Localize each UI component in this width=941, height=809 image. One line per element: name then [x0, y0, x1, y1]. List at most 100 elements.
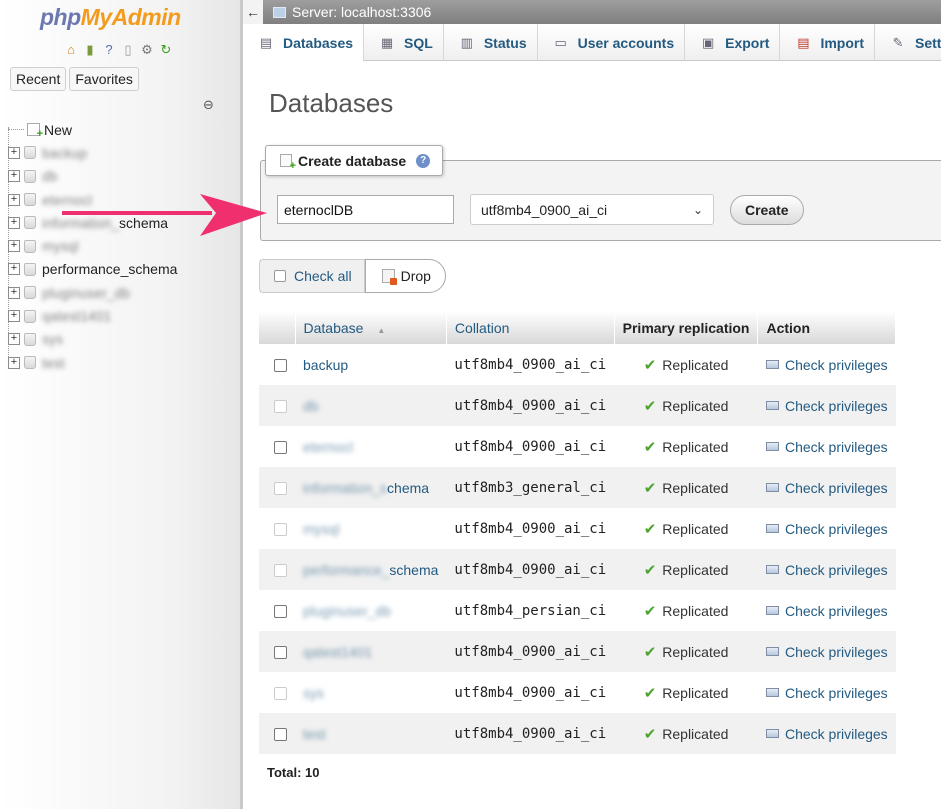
tree-item-label[interactable]: pluginuser_db [42, 285, 130, 301]
check-privileges-link[interactable]: Check privileges [765, 562, 888, 578]
recent-tab[interactable]: Recent [10, 67, 67, 91]
database-link[interactable]: sys [303, 685, 324, 701]
tree-item-label[interactable]: db [42, 168, 58, 184]
table-row: mysql utf8mb4_0900_ai_ci ✔ Replicated Che… [259, 508, 896, 549]
tree-item-db[interactable]: + qatest1401 [8, 304, 238, 327]
row-checkbox[interactable] [274, 728, 287, 742]
row-checkbox[interactable] [274, 564, 287, 578]
check-privileges-link[interactable]: Check privileges [765, 398, 888, 414]
expand-icon[interactable]: + [8, 333, 20, 346]
drop-icon [381, 269, 397, 285]
expand-icon[interactable]: + [8, 240, 20, 253]
database-link[interactable]: information_schema [303, 480, 429, 496]
row-checkbox[interactable] [274, 687, 287, 701]
server-breadcrumb-bar: ← Server: localhost:3306 [243, 0, 941, 24]
tree-item-db[interactable]: + backup [8, 141, 238, 164]
tree-item-label[interactable]: backup [42, 145, 87, 161]
database-icon [24, 262, 36, 276]
tree-item-db[interactable]: + test [8, 351, 238, 374]
reload-icon[interactable]: ↻ [158, 42, 174, 58]
check-all-toggle[interactable]: Check all [259, 259, 365, 293]
check-privileges-link[interactable]: Check privileges [765, 644, 888, 660]
collation-select[interactable]: utf8mb4_0900_ai_ci ⌄ [470, 194, 714, 225]
row-checkbox[interactable] [274, 441, 287, 455]
row-checkbox[interactable] [274, 523, 287, 537]
link-with-main-panel-icon[interactable]: ⊖ [203, 97, 214, 113]
tab-status[interactable]: ▥ Status [444, 24, 538, 61]
tree-item-new[interactable]: New [8, 118, 238, 141]
tab-user-accounts[interactable]: ▭ User accounts [538, 24, 686, 61]
create-button[interactable]: Create [730, 195, 804, 225]
database-link[interactable]: qatest1401 [303, 644, 372, 660]
wrench-icon: ✎ [892, 34, 904, 50]
tab-databases[interactable]: ▤ Databases [243, 24, 365, 62]
tree-item-label[interactable]: sys [42, 331, 63, 347]
drop-button[interactable]: Drop [364, 259, 446, 293]
collapse-navigation-button[interactable]: ← [243, 0, 263, 24]
expand-icon[interactable]: + [8, 216, 20, 229]
tree-item-db[interactable]: + pluginuser_db [8, 281, 238, 304]
logout-icon[interactable]: ▮ [82, 42, 98, 58]
check-privileges-link[interactable]: Check privileges [765, 603, 888, 619]
database-link[interactable]: db [303, 398, 319, 414]
check-all-checkbox[interactable] [274, 270, 286, 282]
check-privileges-link[interactable]: Check privileges [765, 439, 888, 455]
tree-item-db[interactable]: + information_schema [8, 211, 238, 234]
tree-item-db[interactable]: + eternocl [8, 188, 238, 211]
row-checkbox[interactable] [274, 359, 287, 373]
database-link[interactable]: eternocl [303, 439, 353, 455]
expand-icon[interactable]: + [8, 263, 20, 276]
tree-item-label[interactable]: qatest1401 [42, 308, 111, 324]
tab-export[interactable]: ▣ Export [685, 24, 781, 61]
expand-icon[interactable]: + [8, 356, 20, 369]
tree-item-label[interactable]: test [42, 355, 65, 371]
tree-item-db[interactable]: + db [8, 165, 238, 188]
tree-item-label[interactable]: New [44, 122, 72, 138]
database-name-input[interactable] [277, 195, 454, 224]
action-column-header: Action [757, 311, 897, 344]
check-privileges-link[interactable]: Check privileges [765, 726, 888, 742]
database-link[interactable]: mysql [303, 521, 340, 537]
check-privileges-link[interactable]: Check privileges [765, 685, 888, 701]
home-icon[interactable]: ⌂ [63, 42, 79, 58]
replication-status: ✔ Replicated [643, 561, 729, 579]
import-icon: ▤ [797, 34, 810, 50]
database-link[interactable]: test [303, 726, 326, 742]
row-checkbox[interactable] [274, 400, 287, 414]
docs-icon[interactable]: ▯ [120, 42, 136, 58]
check-privileges-link[interactable]: Check privileges [765, 521, 888, 537]
collation-cell: utf8mb4_0900_ai_ci [446, 344, 615, 385]
database-link[interactable]: backup [303, 357, 348, 373]
expand-icon[interactable]: + [8, 286, 20, 299]
tree-item-db[interactable]: + mysql [8, 234, 238, 257]
collation-column-header[interactable]: Collation [446, 311, 615, 344]
database-column-header[interactable]: Database ▲ [295, 311, 447, 344]
database-link[interactable]: pluginuser_db [303, 603, 391, 619]
row-checkbox[interactable] [274, 482, 287, 496]
table-header-row: Database ▲ Collation Primary replication… [259, 311, 897, 344]
tree-item-label[interactable]: performance_schema [42, 261, 177, 277]
favorites-tab[interactable]: Favorites [69, 67, 139, 91]
help-icon[interactable]: ? [101, 42, 117, 58]
tree-item-label[interactable]: information_schema [42, 215, 168, 231]
check-privileges-link[interactable]: Check privileges [765, 480, 888, 496]
phpmyadmin-logo[interactable]: phpMyAdmin [40, 4, 181, 31]
server-breadcrumb[interactable]: Server: localhost:3306 [292, 4, 431, 20]
tree-item-label[interactable]: mysql [42, 238, 79, 254]
tree-item-label[interactable]: eternocl [42, 192, 92, 208]
expand-icon[interactable]: + [8, 193, 20, 206]
expand-icon[interactable]: + [8, 146, 20, 159]
expand-icon[interactable]: + [8, 310, 20, 323]
tab-settings[interactable]: ✎Settings [875, 24, 941, 61]
tab-sql[interactable]: ▦ SQL [364, 24, 444, 61]
settings-gear-icon[interactable]: ⚙ [139, 42, 155, 58]
check-privileges-link[interactable]: Check privileges [765, 357, 888, 373]
tree-item-db[interactable]: + sys [8, 328, 238, 351]
row-checkbox[interactable] [274, 646, 287, 660]
row-checkbox[interactable] [274, 605, 287, 619]
expand-icon[interactable]: + [8, 170, 20, 183]
tree-item-db[interactable]: + performance_schema [8, 258, 238, 281]
help-icon[interactable]: ? [416, 153, 431, 168]
tab-import[interactable]: ▤ Import [780, 24, 876, 61]
database-link[interactable]: performance_schema [303, 562, 438, 578]
